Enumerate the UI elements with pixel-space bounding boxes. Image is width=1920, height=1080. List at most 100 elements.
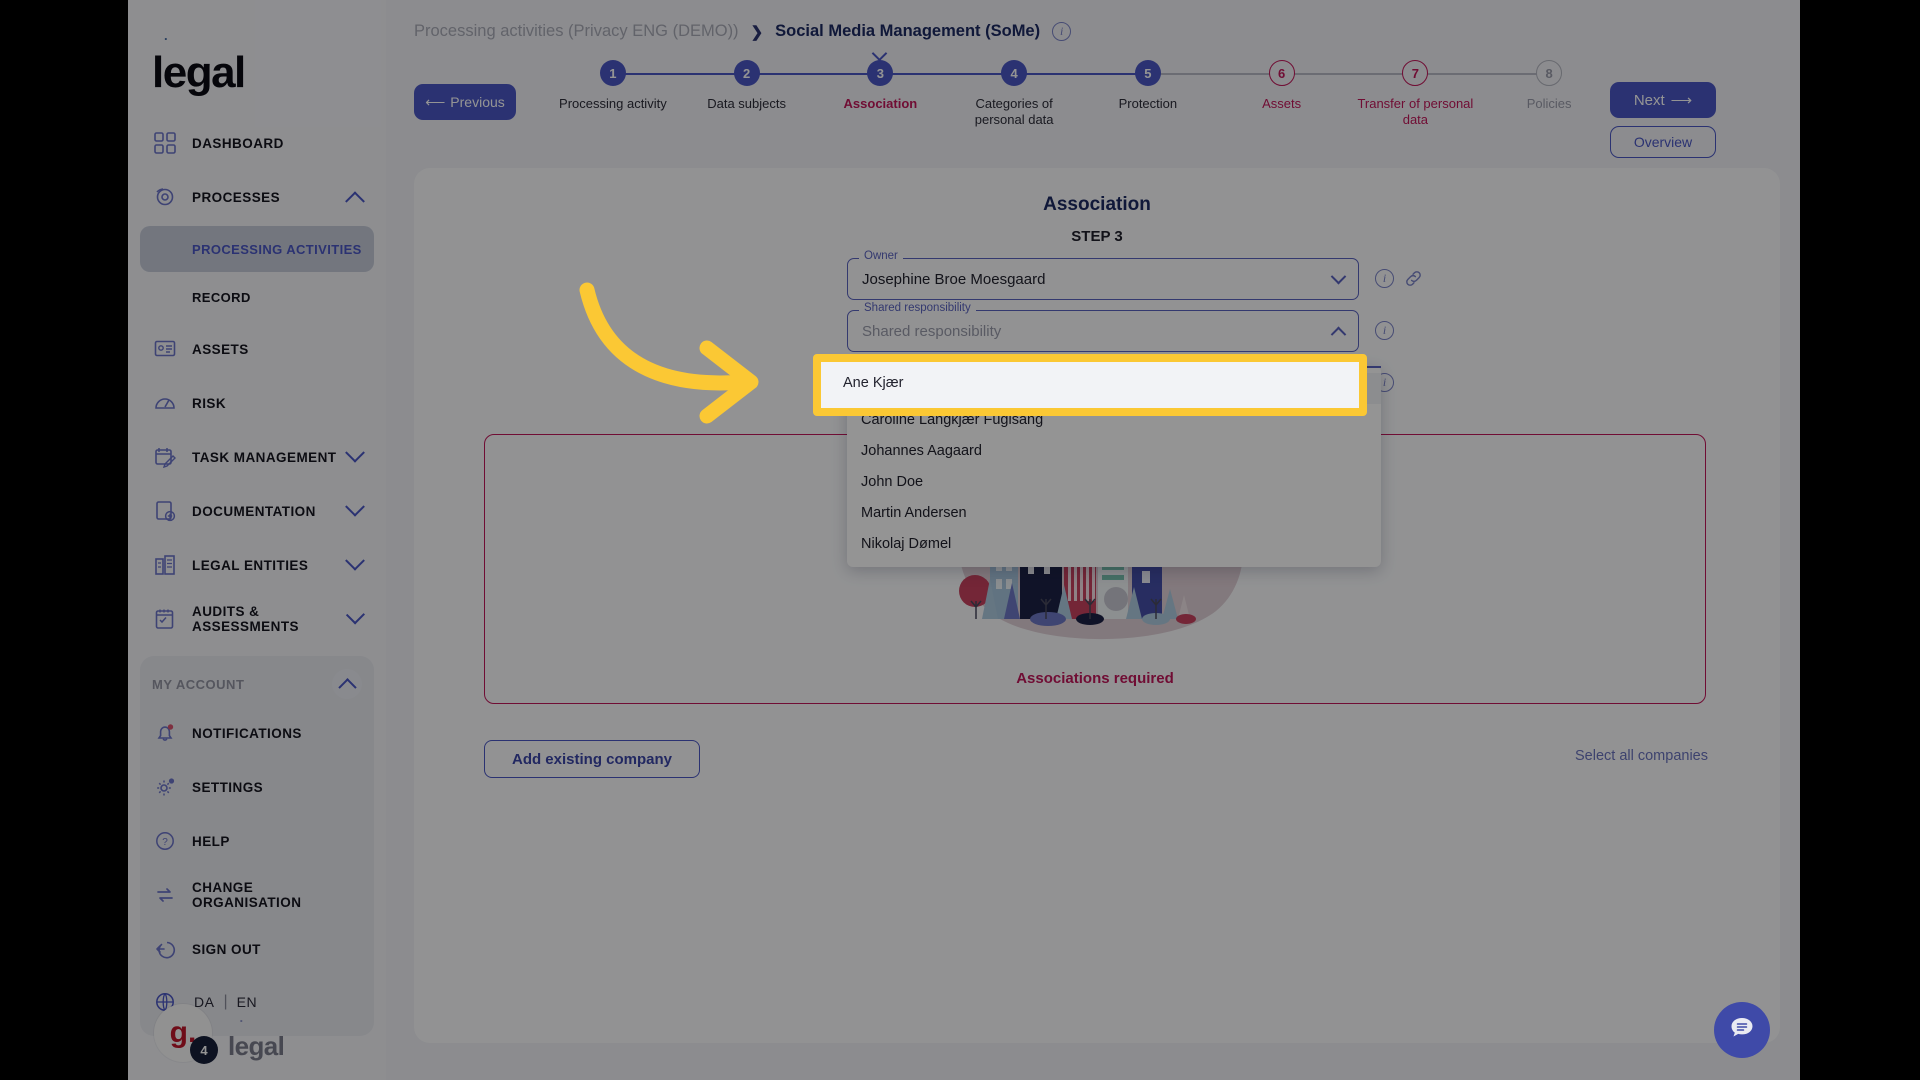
associations-required-message: Associations required xyxy=(1016,670,1174,687)
sidebar-item-sign-out[interactable]: SIGN OUT xyxy=(140,922,374,976)
sidebar-item-label: ASSETS xyxy=(192,341,249,357)
document-icon xyxy=(152,498,178,524)
app-logo[interactable]: . legal xyxy=(128,0,386,116)
owner-label: Owner xyxy=(859,250,903,262)
step-1[interactable]: 1 Processing activity xyxy=(546,60,747,129)
info-icon[interactable]: i xyxy=(1375,321,1394,340)
my-account-header[interactable]: MY ACCOUNT xyxy=(140,662,374,706)
step-label: Protection xyxy=(1118,96,1178,111)
sidebar-item-label: SETTINGS xyxy=(192,779,264,795)
shared-responsibility-placeholder: Shared responsibility xyxy=(862,322,1002,340)
dropdown-option-john-doe[interactable]: John Doe xyxy=(847,466,1381,497)
sidebar-item-record[interactable]: RECORD xyxy=(140,274,374,320)
sidebar-item-audits-assessments[interactable]: AUDITS & ASSESSMENTS xyxy=(140,592,374,646)
step-label: Assets xyxy=(1262,96,1302,111)
sidebar-item-documentation[interactable]: DOCUMENTATION xyxy=(140,484,374,538)
sidebar-item-label: NOTIFICATIONS xyxy=(192,725,302,741)
info-icon[interactable]: i xyxy=(1052,22,1072,41)
shared-responsibility-select[interactable]: Shared responsibility xyxy=(847,310,1359,352)
sidebar-nav: DASHBOARD PROCESSES PROCESSING ACTIVITIE… xyxy=(128,116,386,646)
chevron-down-icon[interactable] xyxy=(345,550,365,571)
sidebar-item-label: HELP xyxy=(192,833,230,849)
dropdown-option-nikolaj-domel[interactable]: Nikolaj Dømel xyxy=(847,528,1381,559)
select-all-companies-link[interactable]: Select all companies xyxy=(1575,748,1708,764)
sidebar-item-dashboard[interactable]: DASHBOARD xyxy=(140,116,374,170)
step-label: Categories of personal data xyxy=(974,96,1054,128)
sidebar-item-label: SIGN OUT xyxy=(192,941,261,957)
sidebar-subitem-label: PROCESSING ACTIVITIES xyxy=(192,241,362,257)
info-icon[interactable]: i xyxy=(1375,269,1394,288)
sidebar-item-change-organisation[interactable]: CHANGE ORGANISATION xyxy=(140,868,374,922)
owner-select[interactable]: Josephine Broe Moesgaard xyxy=(847,258,1359,300)
sidebar-item-help[interactable]: ? HELP xyxy=(140,814,374,868)
chevron-up-icon[interactable] xyxy=(332,669,362,699)
step-number: 3 xyxy=(867,60,894,86)
previous-button[interactable]: ⟵ Previous xyxy=(414,84,516,120)
stepper-toolbar: ⟵ Previous 1 Processing activity 2 Data … xyxy=(386,45,1800,158)
sidebar-item-legal-entities[interactable]: LEGAL ENTITIES xyxy=(140,538,374,592)
sidebar-item-label: DOCUMENTATION xyxy=(192,503,316,519)
chevron-up-icon[interactable] xyxy=(1330,326,1347,342)
overview-button[interactable]: Overview xyxy=(1610,126,1716,158)
sidebar-item-label: AUDITS & ASSESSMENTS xyxy=(192,604,299,634)
chevron-down-icon[interactable] xyxy=(345,442,365,463)
next-button[interactable]: Next ⟶ xyxy=(1610,82,1716,118)
dropdown-option-martin-andersen[interactable]: Martin Andersen xyxy=(847,497,1381,528)
step-connector xyxy=(746,73,881,75)
my-account-section: MY ACCOUNT NOTIFICATIONS SETTINGS ? HELP… xyxy=(140,656,374,1036)
sidebar-item-settings[interactable]: SETTINGS xyxy=(140,760,374,814)
link-icon[interactable] xyxy=(1404,269,1423,288)
step-label: Policies xyxy=(1526,96,1572,111)
dropdown-highlighted-option-text[interactable]: Ane Kjær xyxy=(843,375,903,391)
chevron-down-icon[interactable] xyxy=(345,496,365,517)
sidebar-item-processes[interactable]: PROCESSES xyxy=(140,170,374,224)
sidebar-item-label: DASHBOARD xyxy=(192,135,284,151)
building-icon xyxy=(152,552,178,578)
logo-word: legal xyxy=(152,48,246,97)
shared-responsibility-label: Shared responsibility xyxy=(859,302,976,314)
previous-label: Previous xyxy=(450,94,505,110)
step-number: 5 xyxy=(1134,60,1161,86)
step-indicator-text: STEP 3 xyxy=(1071,228,1123,245)
step-connector xyxy=(612,73,747,75)
step-7[interactable]: 7 Transfer of personal data xyxy=(1349,60,1550,129)
app-root: . legal DASHBOARD PROCESSES PROCESSING AC… xyxy=(0,0,1920,1080)
step-label: Processing activity xyxy=(559,96,667,111)
sidebar-item-notifications[interactable]: NOTIFICATIONS xyxy=(140,706,374,760)
shared-responsibility-side-icons: i xyxy=(1375,321,1394,340)
sidebar-item-risk[interactable]: RISK xyxy=(140,376,374,430)
step-2[interactable]: 2 Data subjects xyxy=(680,60,881,129)
swap-icon xyxy=(152,882,178,908)
sidebar-item-label: RISK xyxy=(192,395,227,411)
step-number: 8 xyxy=(1536,60,1563,86)
step-6[interactable]: 6 Assets xyxy=(1215,60,1416,129)
sidebar-item-label: LEGAL ENTITIES xyxy=(192,557,309,573)
sidebar-item-task-management[interactable]: TASK MANAGEMENT xyxy=(140,430,374,484)
step-connector xyxy=(1147,73,1282,75)
chevron-down-icon[interactable] xyxy=(1330,268,1347,284)
step-connector xyxy=(1281,73,1416,75)
step-8[interactable]: 8 Policies xyxy=(1482,60,1616,129)
step-5[interactable]: 5 Protection xyxy=(1081,60,1282,129)
previous-arrow-icon: ⟵ xyxy=(425,93,446,110)
shared-responsibility-field: Shared responsibility Shared responsibil… xyxy=(847,302,1507,567)
bell-icon xyxy=(152,720,178,746)
sidebar-item-label: CHANGE ORGANISATION xyxy=(192,880,302,910)
add-existing-company-button[interactable]: Add existing company xyxy=(484,740,700,778)
step-3-current[interactable]: 3 Association xyxy=(814,45,1015,129)
sidebar-item-processing-activities[interactable]: PROCESSING ACTIVITIES xyxy=(140,226,374,272)
step-label: Transfer of personal data xyxy=(1357,96,1474,128)
logo-dot: . xyxy=(163,27,168,43)
dropdown-option-johannes-aagaard[interactable]: Johannes Aagaard xyxy=(847,435,1381,466)
my-account-label: MY ACCOUNT xyxy=(152,676,245,692)
step-4[interactable]: 4 Categories of personal data xyxy=(947,60,1148,129)
avatar[interactable]: g. 4 xyxy=(154,1004,218,1064)
step-connector xyxy=(1014,73,1148,75)
stepper: 1 Processing activity 2 Data subjects 3 … xyxy=(546,45,1616,129)
step-connector xyxy=(880,73,1015,75)
page-title: Association xyxy=(1043,194,1151,215)
breadcrumb-parent[interactable]: Processing activities (Privacy ENG (DEMO… xyxy=(414,22,739,41)
sidebar-item-assets[interactable]: ASSETS xyxy=(140,322,374,376)
chevron-up-icon[interactable] xyxy=(345,191,365,212)
chat-bubble-button[interactable] xyxy=(1714,1002,1770,1058)
